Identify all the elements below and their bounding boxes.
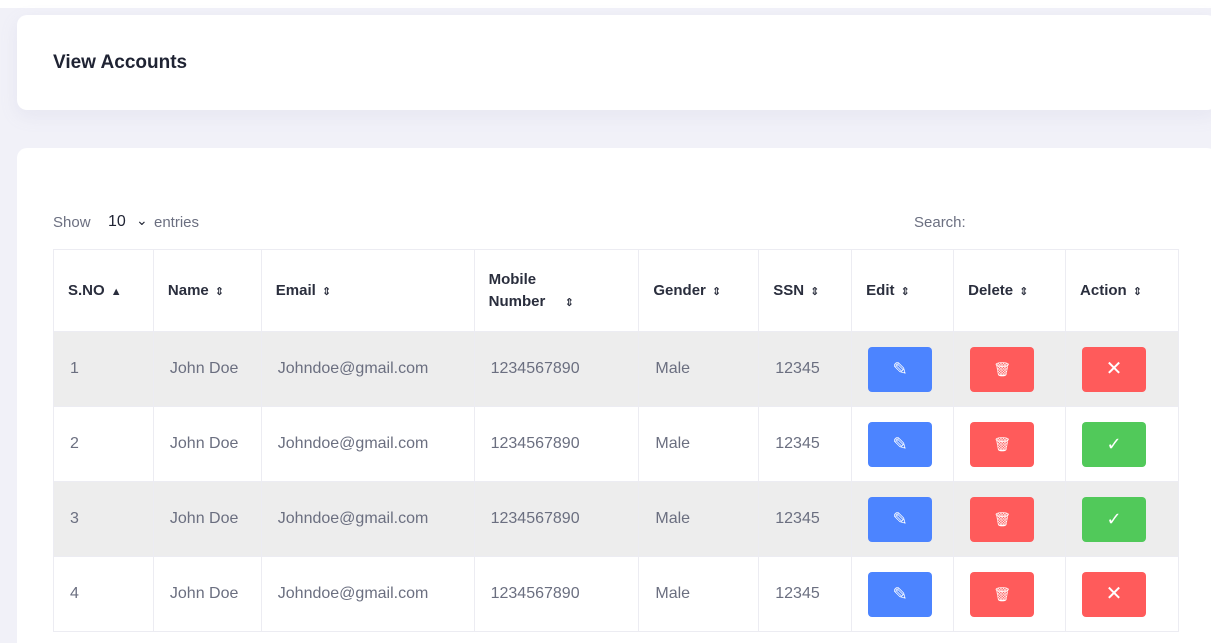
sort-icon: ⇕ xyxy=(810,286,820,298)
cell-edit: ✎ xyxy=(851,331,955,407)
cell-action: ✕ xyxy=(1065,331,1179,407)
edit-button[interactable]: ✎ xyxy=(868,346,933,392)
cell-delete: 🗑 xyxy=(953,406,1067,482)
cell-mobile: 1234567890 xyxy=(473,481,640,557)
cell-sno: 2 xyxy=(53,406,154,482)
entries-value: 10 xyxy=(108,213,126,230)
table-row: 1 John Doe Johndoe@gmail.com 1234567890 … xyxy=(53,331,1179,407)
sort-icon: ⇕ xyxy=(1019,286,1029,298)
sort-icon: ⇕ xyxy=(214,286,224,298)
approve-button[interactable]: ✓ xyxy=(1082,496,1147,542)
header-action[interactable]: Action ⇕ xyxy=(1065,249,1179,332)
reject-button[interactable]: ✕ xyxy=(1082,571,1147,617)
edit-icon: ✎ xyxy=(892,433,908,454)
header-edit[interactable]: Edit ⇕ xyxy=(851,249,955,332)
delete-button[interactable]: 🗑 xyxy=(970,346,1035,392)
reject-button[interactable]: ✕ xyxy=(1082,346,1147,392)
trash-icon: 🗑 xyxy=(993,510,1012,527)
cell-sno: 3 xyxy=(53,481,154,557)
cell-edit: ✎ xyxy=(851,556,955,632)
cell-gender: Male xyxy=(638,556,760,632)
cell-email: Johndoe@gmail.com xyxy=(260,331,475,407)
table-header-row: S.NO ▲ Name ⇕ Email ⇕ Mobile Number ⇕ Gender… xyxy=(53,249,1179,332)
table-row: 2 John Doe Johndoe@gmail.com 1234567890 … xyxy=(53,406,1179,482)
cell-action: ✓ xyxy=(1065,481,1179,557)
cell-edit: ✎ xyxy=(851,481,955,557)
approve-button[interactable]: ✓ xyxy=(1082,421,1147,467)
sort-icon: ⇕ xyxy=(1132,286,1142,298)
sort-icon: ⇕ xyxy=(900,286,910,298)
sort-icon: ⇕ xyxy=(564,296,574,309)
edit-icon: ✎ xyxy=(892,583,908,604)
edit-button[interactable]: ✎ xyxy=(868,421,933,467)
header-name[interactable]: Name ⇕ xyxy=(152,249,262,332)
cell-name: John Doe xyxy=(152,406,262,482)
accounts-table: S.NO ▲ Name ⇕ Email ⇕ Mobile Number ⇕ Gender… xyxy=(53,249,1179,632)
cell-action: ✓ xyxy=(1065,406,1179,482)
header-mobile[interactable]: Mobile Number ⇕ xyxy=(473,249,640,332)
cell-email: Johndoe@gmail.com xyxy=(260,556,475,632)
header-delete[interactable]: Delete ⇕ xyxy=(953,249,1067,332)
sort-icon: ⇕ xyxy=(711,286,722,298)
trash-icon: 🗑 xyxy=(993,585,1012,602)
top-strip xyxy=(0,0,1211,8)
delete-button[interactable]: 🗑 xyxy=(970,421,1035,467)
entries-label: entries xyxy=(154,214,200,231)
cell-name: John Doe xyxy=(152,331,262,407)
cell-name: John Doe xyxy=(152,556,262,632)
cell-delete: 🗑 xyxy=(953,331,1067,407)
cell-edit: ✎ xyxy=(851,406,955,482)
cell-delete: 🗑 xyxy=(953,556,1067,632)
show-label: Show xyxy=(53,214,91,231)
header-sno[interactable]: S.NO ▲ xyxy=(53,249,154,332)
page-title: View Accounts xyxy=(53,52,188,73)
header-ssn[interactable]: SSN ⇕ xyxy=(758,249,853,332)
delete-button[interactable]: 🗑 xyxy=(970,496,1035,542)
table-row: 4 John Doe Johndoe@gmail.com 1234567890 … xyxy=(53,556,1179,632)
check-icon: ✓ xyxy=(1106,433,1122,454)
cell-action: ✕ xyxy=(1065,556,1179,632)
cell-name: John Doe xyxy=(152,481,262,557)
cell-mobile: 1234567890 xyxy=(473,331,640,407)
cell-sno: 4 xyxy=(53,556,154,632)
cell-gender: Male xyxy=(638,406,760,482)
cell-mobile: 1234567890 xyxy=(473,406,640,482)
cell-ssn: 12345 xyxy=(758,406,853,482)
edit-icon: ✎ xyxy=(892,358,908,379)
cell-delete: 🗑 xyxy=(953,481,1067,557)
cell-email: Johndoe@gmail.com xyxy=(260,406,475,482)
cell-sno: 1 xyxy=(53,331,154,407)
cell-ssn: 12345 xyxy=(758,481,853,557)
chevron-down-icon: ⌄ xyxy=(136,212,148,228)
check-icon: ✓ xyxy=(1106,508,1122,529)
cell-email: Johndoe@gmail.com xyxy=(260,481,475,557)
cell-mobile: 1234567890 xyxy=(473,556,640,632)
delete-button[interactable]: 🗑 xyxy=(970,571,1035,617)
header-email[interactable]: Email ⇕ xyxy=(260,249,475,332)
header-gender[interactable]: Gender ⇕ xyxy=(638,249,760,332)
sort-asc-icon: ▲ xyxy=(110,286,122,298)
edit-icon: ✎ xyxy=(892,508,908,529)
search-label: Search: xyxy=(914,214,966,231)
trash-icon: 🗑 xyxy=(993,435,1012,452)
table-toolbar: Show 10 ⌄ entries Search: xyxy=(53,212,1179,236)
close-icon: ✕ xyxy=(1105,357,1123,380)
cell-gender: Male xyxy=(638,481,760,557)
sort-icon: ⇕ xyxy=(321,286,332,298)
title-card: View Accounts xyxy=(17,15,1211,110)
cell-ssn: 12345 xyxy=(758,331,853,407)
edit-button[interactable]: ✎ xyxy=(868,571,933,617)
edit-button[interactable]: ✎ xyxy=(868,496,933,542)
cell-ssn: 12345 xyxy=(758,556,853,632)
close-icon: ✕ xyxy=(1105,582,1123,605)
cell-gender: Male xyxy=(638,331,760,407)
table-row: 3 John Doe Johndoe@gmail.com 1234567890 … xyxy=(53,481,1179,557)
trash-icon: 🗑 xyxy=(993,360,1012,377)
